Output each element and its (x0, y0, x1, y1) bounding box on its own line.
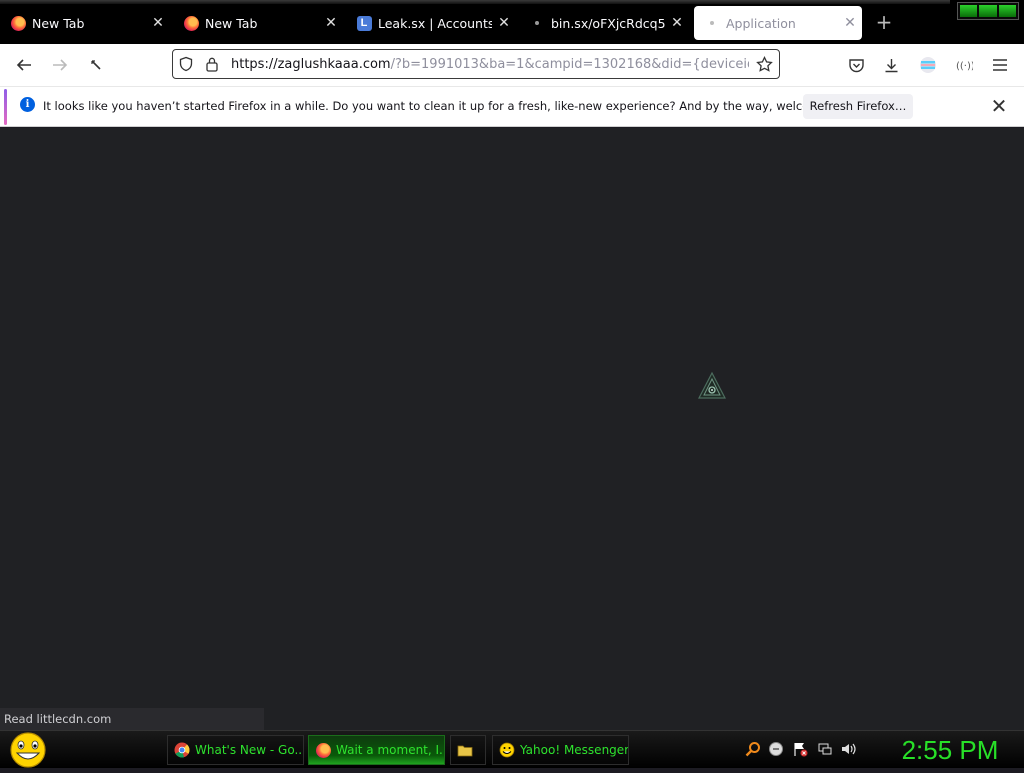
search-magnifier-icon[interactable] (744, 740, 762, 758)
tab-leak-sx[interactable]: L Leak.sx | Accounts lea ✕ (346, 6, 516, 40)
chrome-icon (174, 742, 190, 758)
start-smiley-button[interactable] (8, 731, 48, 769)
extension-icon[interactable]: ((·)) (950, 52, 978, 78)
url-text[interactable]: https://zaglushkaaa.com/?b=1991013&ba=1&… (231, 57, 749, 72)
tab-title: bin.sx/oFXjcRdcq5 (551, 15, 665, 31)
status-bar: Read littlecdn.com (0, 708, 264, 730)
bookmark-star-icon[interactable] (749, 55, 779, 73)
tab-application[interactable]: Application ✕ (694, 6, 862, 40)
tab-title: Leak.sx | Accounts lea (378, 15, 492, 31)
forward-arrow-icon[interactable] (46, 52, 74, 78)
tab-new-tab-2[interactable]: New Tab ✕ (173, 6, 343, 40)
download-icon[interactable] (877, 52, 905, 78)
back-arrow-icon[interactable] (10, 52, 38, 78)
address-bar[interactable]: https://zaglushkaaa.com/?b=1991013&ba=1&… (172, 49, 780, 79)
leak-sx-icon: L (356, 15, 372, 31)
taskbar-item-label: What's New - Go... (195, 743, 304, 757)
close-icon[interactable]: ✕ (146, 15, 170, 31)
svg-text:((·)): ((·)) (956, 61, 973, 72)
tab-strip: New Tab ✕ New Tab ✕ L Leak.sx | Accounts… (0, 0, 1024, 44)
refresh-firefox-button[interactable]: Refresh Firefox… (803, 94, 913, 119)
close-icon[interactable]: ✕ (665, 15, 689, 31)
page-content: Read littlecdn.com (0, 128, 1024, 730)
firefox-icon (10, 15, 26, 31)
tab-new-tab-1[interactable]: New Tab ✕ (0, 6, 170, 40)
windows-taskbar: What's New - Go... Wait a moment, I... Y… (0, 730, 1024, 768)
tab-bin-sx[interactable]: bin.sx/oFXjcRdcq5 ✕ (519, 6, 689, 40)
lock-icon[interactable] (199, 56, 225, 72)
info-icon: i (20, 97, 35, 112)
dot-icon (529, 15, 545, 31)
url-host: https://zaglushkaaa.com (231, 56, 391, 72)
tracking-shield-icon[interactable] (173, 56, 199, 72)
loading-triangle-icon (697, 371, 727, 401)
close-icon[interactable]: ✕ (988, 95, 1010, 117)
tab-title: New Tab (205, 15, 258, 31)
tab-title: New Tab (32, 15, 85, 31)
new-tab-plus-icon[interactable]: + (872, 10, 896, 34)
tab-title: Application (726, 15, 796, 31)
action-center-flag-icon[interactable] (791, 740, 809, 758)
loading-dot-icon (704, 15, 720, 31)
taskbar-item-folder[interactable] (450, 735, 486, 765)
refresh-firefox-notification: i It looks like you haven’t started Fire… (0, 86, 1024, 127)
account-avatar-icon[interactable] (914, 52, 942, 78)
taskbar-item-label: Wait a moment, I... (336, 743, 445, 757)
navigation-toolbar: https://zaglushkaaa.com/?b=1991013&ba=1&… (0, 44, 1024, 86)
taskbar-item-chrome[interactable]: What's New - Go... (167, 735, 304, 765)
network-icon[interactable] (816, 740, 834, 758)
pocket-icon[interactable] (842, 52, 870, 78)
volume-speaker-icon[interactable] (840, 740, 858, 758)
messenger-status-icon[interactable] (767, 740, 785, 758)
hamburger-menu-icon[interactable] (986, 52, 1014, 78)
notification-message: It looks like you haven’t started Firefo… (43, 99, 864, 113)
yahoo-smiley-icon (499, 742, 515, 758)
close-icon[interactable]: ✕ (838, 15, 862, 31)
taskbar-item-yahoo-messenger[interactable]: Yahoo! Messenger (492, 735, 629, 765)
folder-icon (457, 742, 473, 758)
close-icon[interactable]: ✕ (319, 15, 343, 31)
url-query: /?b=1991013&ba=1&campid=1302168&did={dev… (390, 56, 749, 72)
notification-accent (4, 89, 7, 125)
window-top-border (0, 0, 950, 4)
system-clock[interactable]: 2:55 PM (880, 733, 1020, 767)
taskbar-item-firefox[interactable]: Wait a moment, I... (308, 735, 445, 765)
stop-loading-icon[interactable] (82, 52, 110, 78)
firefox-icon (183, 15, 199, 31)
taskbar-item-label: Yahoo! Messenger (520, 743, 629, 757)
resource-meter-widget (957, 2, 1019, 20)
close-icon[interactable]: ✕ (492, 15, 516, 31)
firefox-icon (315, 742, 331, 758)
